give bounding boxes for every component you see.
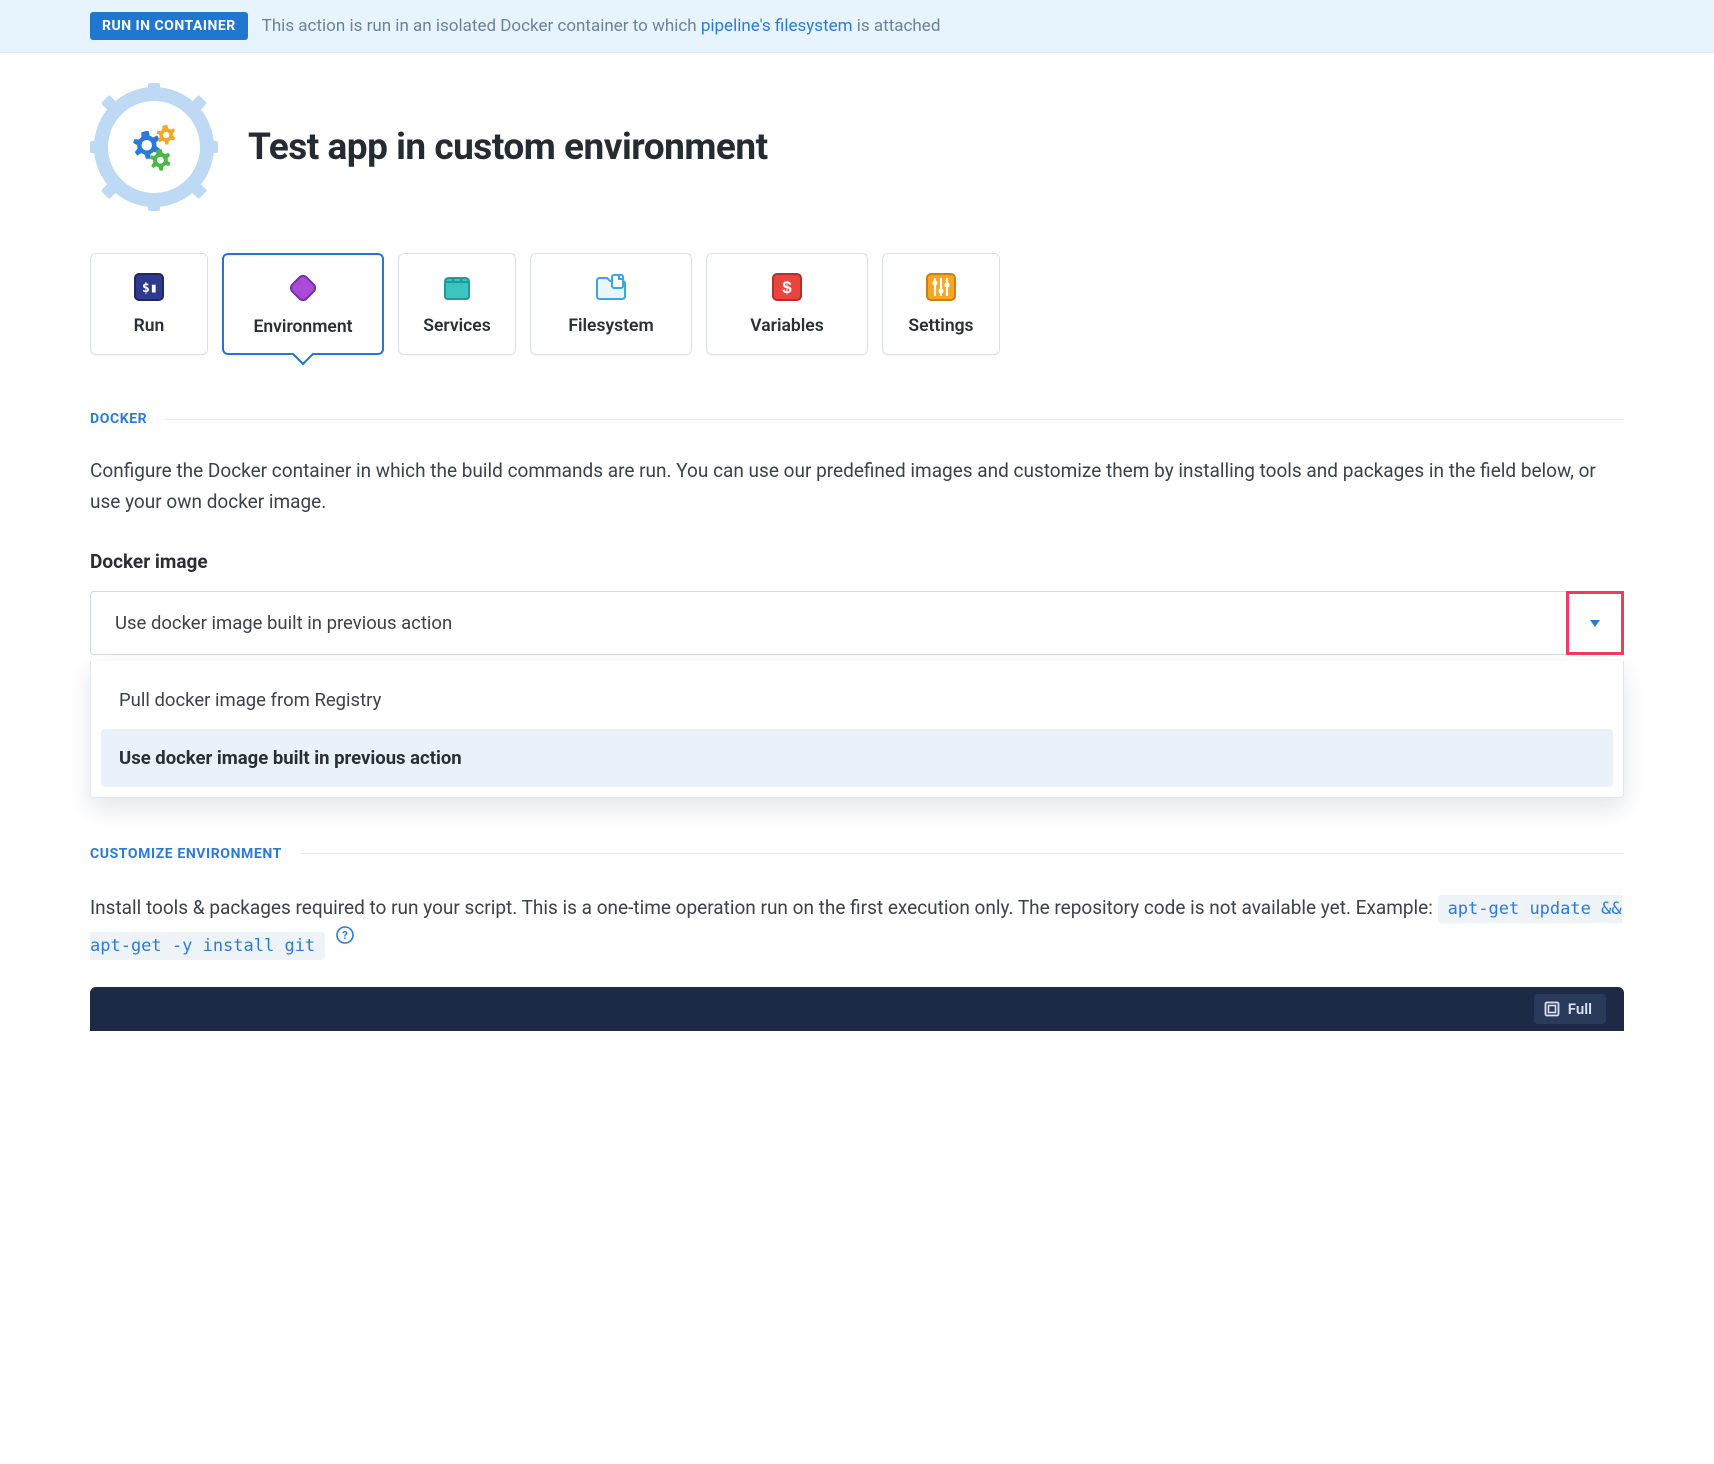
- banner-text-before: This action is run in an isolated Docker…: [262, 16, 701, 36]
- tab-services[interactable]: Services: [398, 253, 516, 355]
- customize-desc-text: Install tools & packages required to run…: [90, 896, 1438, 919]
- fullscreen-icon: [1544, 1001, 1560, 1017]
- tabs: $▮ Run Environment Services Filesystem $: [90, 253, 1624, 355]
- tab-variables[interactable]: $ Variables: [706, 253, 868, 355]
- tab-label: Services: [409, 316, 505, 336]
- tab-environment[interactable]: Environment: [222, 253, 384, 355]
- dropdown-option-previous-action[interactable]: Use docker image built in previous actio…: [101, 729, 1613, 787]
- caret-down-icon: [1589, 618, 1601, 628]
- editor-toolbar: Full: [90, 987, 1624, 1031]
- tab-label: Run: [101, 316, 197, 336]
- page-header: Test app in custom environment: [90, 83, 1624, 211]
- docker-image-label: Docker image: [90, 550, 1624, 573]
- fullscreen-label: Full: [1568, 1000, 1592, 1018]
- select-value: Use docker image built in previous actio…: [115, 612, 452, 634]
- action-gear-icon: [90, 83, 218, 211]
- tab-label: Environment: [234, 317, 372, 337]
- folder-icon: [541, 272, 681, 302]
- info-banner: RUN IN CONTAINER This action is run in a…: [0, 0, 1714, 53]
- docker-image-select[interactable]: Use docker image built in previous actio…: [90, 591, 1624, 655]
- tab-run[interactable]: $▮ Run: [90, 253, 208, 355]
- section-docker-head: DOCKER: [90, 411, 1624, 427]
- sliders-icon: [893, 272, 989, 302]
- select-box[interactable]: Use docker image built in previous actio…: [90, 591, 1624, 655]
- fullscreen-button[interactable]: Full: [1534, 994, 1606, 1024]
- section-customize-head: CUSTOMIZE ENVIRONMENT: [90, 846, 1624, 862]
- banner-text: This action is run in an isolated Docker…: [262, 16, 941, 36]
- tab-settings[interactable]: Settings: [882, 253, 1000, 355]
- page-title: Test app in custom environment: [248, 126, 768, 169]
- svg-text:$: $: [782, 278, 792, 297]
- tab-filesystem[interactable]: Filesystem: [530, 253, 692, 355]
- run-in-container-badge: RUN IN CONTAINER: [90, 12, 248, 40]
- section-title-docker: DOCKER: [90, 411, 147, 427]
- divider: [165, 419, 1624, 420]
- pipeline-filesystem-link[interactable]: pipeline's filesystem: [701, 16, 853, 36]
- customize-description: Install tools & packages required to run…: [90, 890, 1624, 964]
- tab-label: Variables: [717, 316, 857, 336]
- diamond-icon: [234, 273, 372, 303]
- select-caret-highlight[interactable]: [1566, 591, 1624, 655]
- svg-text:?: ?: [342, 929, 348, 942]
- divider: [300, 853, 1624, 854]
- section-title-customize: CUSTOMIZE ENVIRONMENT: [90, 846, 282, 862]
- docker-description: Configure the Docker container in which …: [90, 455, 1624, 518]
- tab-label: Settings: [893, 316, 989, 336]
- banner-text-after: is attached: [853, 16, 941, 36]
- dropdown-option-pull-registry[interactable]: Pull docker image from Registry: [101, 671, 1613, 729]
- tab-label: Filesystem: [541, 316, 681, 336]
- help-icon[interactable]: ?: [336, 926, 354, 944]
- docker-image-dropdown: Pull docker image from Registry Use dock…: [90, 661, 1624, 798]
- dollar-icon: $: [717, 272, 857, 302]
- terminal-icon: $▮: [101, 272, 197, 302]
- package-icon: [409, 272, 505, 302]
- svg-text:$▮: $▮: [142, 281, 158, 296]
